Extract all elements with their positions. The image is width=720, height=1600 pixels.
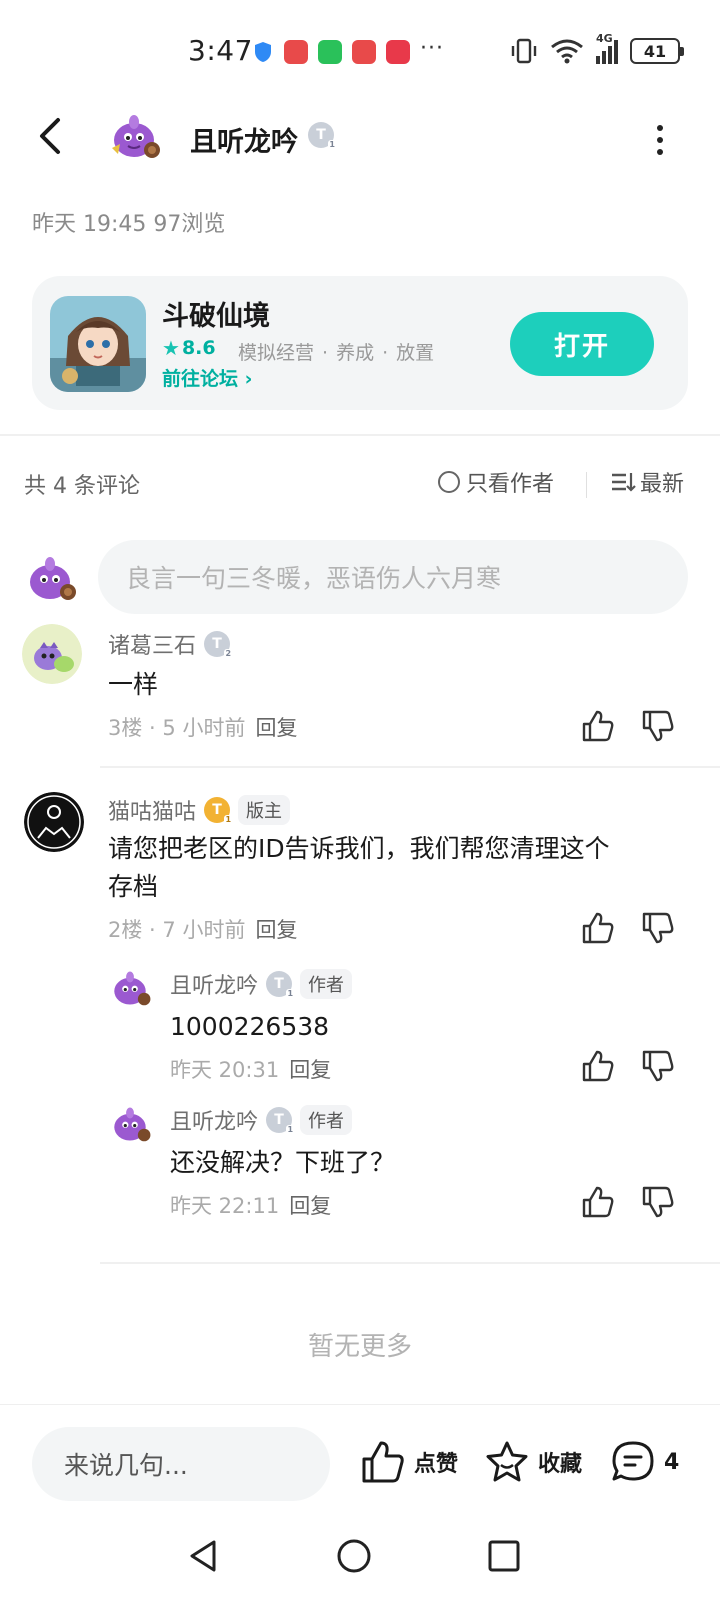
network-type: 4G: [596, 32, 613, 45]
level-badge-icon: T1: [204, 797, 233, 825]
comment-meta: 2楼 · 7 小时前 回复: [108, 918, 298, 942]
comment-bubble-icon: [612, 1441, 654, 1481]
bottom-comment-input[interactable]: 来说几句...: [32, 1427, 330, 1501]
shield-icon: [255, 42, 271, 62]
comments-button[interactable]: 4: [610, 1439, 679, 1485]
sort-button[interactable]: 最新: [610, 466, 684, 498]
signal-icon: 4G: [596, 32, 618, 64]
game-icon: [50, 296, 146, 392]
my-avatar: [30, 557, 76, 600]
star-icon: ★: [162, 336, 180, 360]
comment-author: 猫咕猫咕 T1 版主: [108, 794, 291, 826]
comment-input[interactable]: 良言一句三冬暖，恶语伤人六月寒: [98, 540, 688, 614]
vibrate-icon: [511, 38, 537, 64]
comment-author: 且听龙吟 T1 作者: [170, 968, 353, 1000]
comment-text: 请您把老区的ID告诉我们，我们帮您清理这个 存档: [108, 834, 610, 901]
post-header: 且听龙吟 T1: [0, 100, 720, 180]
more-notifications-icon: ···: [420, 36, 444, 61]
moderator-tag: 版主: [238, 795, 291, 825]
thumbs-down-icon[interactable]: [640, 910, 676, 946]
comment-meta: 昨天 22:11 回复: [170, 1194, 332, 1218]
reply-button[interactable]: 回复: [289, 1194, 331, 1218]
status-right: 4G 41: [510, 32, 684, 64]
favorite-button[interactable]: 收藏: [484, 1439, 582, 1485]
more-menu-icon[interactable]: [650, 120, 670, 160]
thumbs-up-icon[interactable]: [580, 1184, 616, 1220]
level-badge-icon: T1: [266, 1107, 295, 1135]
reply-button[interactable]: 回复: [255, 716, 297, 740]
no-more-text: 暂无更多: [307, 1332, 412, 1362]
comment-author: 诸葛三石 T2: [108, 628, 233, 660]
nav-back-icon[interactable]: [184, 1536, 224, 1576]
radio-circle-icon: [438, 471, 460, 493]
avatar[interactable]: [24, 792, 84, 852]
sort-separator: [586, 472, 587, 498]
system-nav-bar: [0, 1520, 720, 1600]
thumbs-down-icon[interactable]: [640, 1048, 676, 1084]
nav-recents-icon[interactable]: [484, 1536, 524, 1576]
comment-meta: 昨天 20:31 回复: [170, 1058, 332, 1082]
star-icon: [486, 1441, 528, 1482]
avatar[interactable]: [108, 966, 152, 1010]
game-title: 斗破仙境: [162, 301, 270, 332]
wechat-icon: [318, 40, 342, 64]
level-badge-icon: T2: [204, 631, 233, 659]
status-bar: 3:47 ··· 4G 41: [0, 0, 720, 100]
game-rating: ★ 8.6: [162, 336, 216, 360]
red-app-icon: [386, 40, 410, 64]
comment-text: 一样: [108, 670, 159, 699]
comment-divider: [100, 766, 720, 768]
like-button[interactable]: 点赞: [360, 1439, 458, 1485]
avatar[interactable]: [22, 624, 82, 684]
author-tag: 作者: [300, 969, 353, 999]
post-meta: 昨天 19:45 97浏览: [32, 212, 226, 237]
status-time: 3:47: [188, 34, 253, 67]
bottom-action-bar: 来说几句... 点赞 收藏 4: [0, 1404, 720, 1514]
thumbs-down-icon[interactable]: [640, 708, 676, 744]
thumbs-up-icon[interactable]: [580, 708, 616, 744]
thumbs-up-icon: [362, 1441, 404, 1483]
game-card[interactable]: 斗破仙境 ★ 8.6 模拟经营 · 养成 · 放置 前往论坛 › 打开: [32, 276, 688, 410]
forum-link[interactable]: 前往论坛 ›: [162, 364, 252, 391]
nav-home-icon[interactable]: [334, 1536, 374, 1576]
author-tag: 作者: [300, 1105, 353, 1135]
sort-icon: [612, 473, 636, 492]
open-game-button[interactable]: 打开: [510, 312, 654, 376]
wifi-icon: [551, 39, 583, 64]
reply-button[interactable]: 回复: [255, 918, 297, 942]
comment-divider: [100, 1262, 720, 1264]
game-tags: 模拟经营 · 养成 · 放置: [238, 342, 435, 364]
thumbs-up-icon[interactable]: [580, 910, 616, 946]
huawei-app-icon: [352, 40, 376, 64]
battery-icon: 41: [630, 38, 684, 64]
comment-text: 1000226538: [170, 1012, 330, 1041]
chevron-right-icon: ›: [244, 368, 253, 390]
back-arrow-icon[interactable]: [30, 114, 74, 158]
level-badge-icon: T1: [308, 122, 336, 150]
comment-author: 且听龙吟 T1 作者: [170, 1104, 353, 1136]
thumbs-up-icon[interactable]: [580, 1048, 616, 1084]
author-avatar[interactable]: [106, 108, 162, 164]
section-divider: [0, 434, 720, 436]
reply-button[interactable]: 回复: [289, 1058, 331, 1082]
comments-count: 共 4 条评论: [24, 474, 140, 499]
only-author-toggle[interactable]: 只看作者: [438, 466, 554, 498]
thumbs-down-icon[interactable]: [640, 1184, 676, 1220]
author-name[interactable]: 且听龙吟: [190, 120, 298, 159]
comment-text: 还没解决？下班了？: [170, 1148, 396, 1177]
huawei-app-icon: [284, 40, 308, 64]
comment-meta: 3楼 · 5 小时前 回复: [108, 716, 298, 740]
avatar[interactable]: [108, 1102, 152, 1146]
level-badge-icon: T1: [266, 971, 295, 999]
